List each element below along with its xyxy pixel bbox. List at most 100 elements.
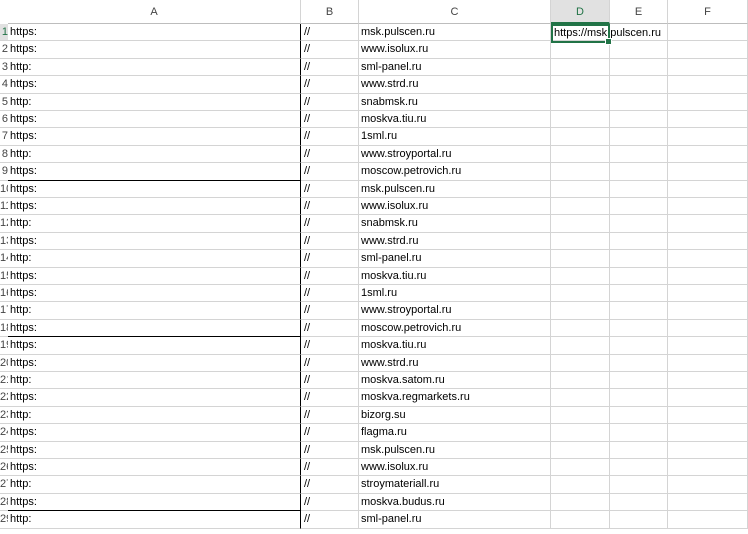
cell-b1[interactable]: // xyxy=(301,24,359,42)
cell-e19[interactable] xyxy=(610,337,668,355)
cell-e4[interactable] xyxy=(610,76,668,94)
cell-d18[interactable] xyxy=(551,319,610,338)
column-header-e[interactable]: E xyxy=(610,0,668,24)
row-header[interactable]: 14 xyxy=(0,250,8,268)
cell-e6[interactable] xyxy=(610,111,668,129)
column-header-c[interactable]: C xyxy=(359,0,551,24)
cell-e22[interactable] xyxy=(610,389,668,407)
cell-b23[interactable]: // xyxy=(301,406,359,425)
cell-a4[interactable]: https: xyxy=(8,76,301,94)
cell-f13[interactable] xyxy=(668,232,748,251)
cell-d4[interactable] xyxy=(551,76,610,94)
cell-c19[interactable]: moskva.tiu.ru xyxy=(359,337,551,355)
cell-d8[interactable] xyxy=(551,145,610,164)
cell-f28[interactable] xyxy=(668,493,748,512)
cell-d23[interactable] xyxy=(551,406,610,425)
cell-b5[interactable]: // xyxy=(301,93,359,111)
cell-d6[interactable] xyxy=(551,111,610,129)
cell-b29[interactable]: // xyxy=(301,511,359,529)
cell-d27[interactable] xyxy=(551,476,610,494)
cell-c5[interactable]: snabmsk.ru xyxy=(359,93,551,111)
cell-b13[interactable]: // xyxy=(301,232,359,251)
cell-c12[interactable]: snabmsk.ru xyxy=(359,215,551,233)
cell-a8[interactable]: http: xyxy=(8,145,301,164)
cell-e5[interactable] xyxy=(610,93,668,111)
cell-c22[interactable]: moskva.regmarkets.ru xyxy=(359,389,551,407)
column-header-a[interactable]: A xyxy=(8,0,301,24)
cell-b7[interactable]: // xyxy=(301,128,359,146)
row-header[interactable]: 18 xyxy=(0,319,8,338)
cell-a14[interactable]: http: xyxy=(8,250,301,268)
cell-a16[interactable]: https: xyxy=(8,285,301,303)
cell-a12[interactable]: http: xyxy=(8,215,301,233)
cell-a23[interactable]: http: xyxy=(8,406,301,425)
cell-a29[interactable]: http: xyxy=(8,511,301,529)
cell-f22[interactable] xyxy=(668,389,748,407)
cell-a5[interactable]: http: xyxy=(8,93,301,111)
cell-e8[interactable] xyxy=(610,145,668,164)
cell-f15[interactable] xyxy=(668,267,748,285)
cell-c21[interactable]: moskva.satom.ru xyxy=(359,372,551,390)
cell-d3[interactable] xyxy=(551,58,610,77)
cell-c3[interactable]: sml-panel.ru xyxy=(359,58,551,77)
cell-b25[interactable]: // xyxy=(301,441,359,459)
cell-c11[interactable]: www.isolux.ru xyxy=(359,198,551,216)
cell-f14[interactable] xyxy=(668,250,748,268)
cell-e21[interactable] xyxy=(610,372,668,390)
column-header-d[interactable]: D xyxy=(551,0,610,24)
cell-b27[interactable]: // xyxy=(301,476,359,494)
cell-e3[interactable] xyxy=(610,58,668,77)
cell-c9[interactable]: moscow.petrovich.ru xyxy=(359,163,551,181)
cell-d5[interactable] xyxy=(551,93,610,111)
cell-c1[interactable]: msk.pulscen.ru xyxy=(359,24,551,42)
cell-c14[interactable]: sml-panel.ru xyxy=(359,250,551,268)
cell-d10[interactable] xyxy=(551,180,610,198)
cell-d12[interactable] xyxy=(551,215,610,233)
cell-e28[interactable] xyxy=(610,493,668,512)
cell-c13[interactable]: www.strd.ru xyxy=(359,232,551,251)
cell-d15[interactable] xyxy=(551,267,610,285)
cell-f25[interactable] xyxy=(668,441,748,459)
cell-c25[interactable]: msk.pulscen.ru xyxy=(359,441,551,459)
cell-c10[interactable]: msk.pulscen.ru xyxy=(359,180,551,198)
cell-c28[interactable]: moskva.budus.ru xyxy=(359,493,551,512)
row-header[interactable]: 8 xyxy=(0,145,8,164)
row-header[interactable]: 2 xyxy=(0,41,8,59)
cell-d16[interactable] xyxy=(551,285,610,303)
cell-a25[interactable]: https: xyxy=(8,441,301,459)
cell-b14[interactable]: // xyxy=(301,250,359,268)
cell-f20[interactable] xyxy=(668,354,748,372)
cell-e29[interactable] xyxy=(610,511,668,529)
cell-b4[interactable]: // xyxy=(301,76,359,94)
cell-b24[interactable]: // xyxy=(301,424,359,442)
row-header[interactable]: 6 xyxy=(0,111,8,129)
row-header[interactable]: 7 xyxy=(0,128,8,146)
row-header[interactable]: 4 xyxy=(0,76,8,94)
cell-f29[interactable] xyxy=(668,511,748,529)
row-header[interactable]: 15 xyxy=(0,267,8,285)
cell-b19[interactable]: // xyxy=(301,337,359,355)
cell-b8[interactable]: // xyxy=(301,145,359,164)
cell-e14[interactable] xyxy=(610,250,668,268)
cell-a1[interactable]: https: xyxy=(8,24,301,42)
cell-e11[interactable] xyxy=(610,198,668,216)
cell-f6[interactable] xyxy=(668,111,748,129)
cell-f19[interactable] xyxy=(668,337,748,355)
cell-f7[interactable] xyxy=(668,128,748,146)
cell-a19[interactable]: https: xyxy=(8,337,301,355)
cell-d25[interactable] xyxy=(551,441,610,459)
row-header[interactable]: 28 xyxy=(0,493,8,512)
cell-f1[interactable] xyxy=(668,24,748,42)
cell-a20[interactable]: https: xyxy=(8,354,301,372)
cell-d14[interactable] xyxy=(551,250,610,268)
cell-a15[interactable]: https: xyxy=(8,267,301,285)
cell-a2[interactable]: https: xyxy=(8,41,301,59)
cell-c8[interactable]: www.stroyportal.ru xyxy=(359,145,551,164)
cell-c29[interactable]: sml-panel.ru xyxy=(359,511,551,529)
cell-e10[interactable] xyxy=(610,180,668,198)
cell-d29[interactable] xyxy=(551,511,610,529)
cell-c2[interactable]: www.isolux.ru xyxy=(359,41,551,59)
cell-d19[interactable] xyxy=(551,337,610,355)
cell-b16[interactable]: // xyxy=(301,285,359,303)
cell-a11[interactable]: https: xyxy=(8,198,301,216)
